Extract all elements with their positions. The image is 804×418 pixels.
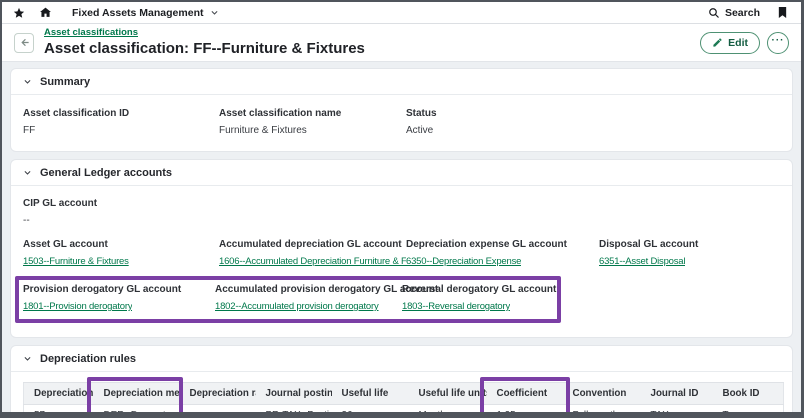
general-ledger-card: General Ledger accounts CIP GL account -… xyxy=(10,159,793,338)
top-bar: Fixed Assets Management Search xyxy=(2,2,801,24)
gl-account-link[interactable]: 6351--Asset Disposal xyxy=(599,256,685,267)
cell-book-id: T xyxy=(713,405,784,418)
gl-account-row: Asset GL account 1503--Furniture & Fixtu… xyxy=(23,239,780,267)
chevron-down-icon xyxy=(23,168,32,177)
field-label: Reversal derogatory GL account xyxy=(402,284,556,295)
app-name: Fixed Assets Management xyxy=(72,7,204,19)
back-button[interactable] xyxy=(14,33,34,53)
field-label: Disposal GL account xyxy=(599,239,780,250)
field-label: Provision derogatory GL account xyxy=(23,284,215,295)
field-label: Accumulated depreciation GL account xyxy=(219,239,406,250)
gl-derogatory-row: Provision derogatory GL account 1801--Pr… xyxy=(23,284,551,312)
depreciation-rules-card: Depreciation rules Depreciation ...↑ Dep… xyxy=(10,345,793,418)
col-depreciation[interactable]: Depreciation ...↑ xyxy=(24,383,94,405)
field-label: Asset GL account xyxy=(23,239,219,250)
rules-table-area: Depreciation ...↑ Depreciation method De… xyxy=(11,372,792,418)
page-title: Asset classification: FF--Furniture & Fi… xyxy=(44,40,365,57)
summary-section-header[interactable]: Summary xyxy=(11,69,792,95)
chevron-down-icon xyxy=(208,6,221,19)
edit-button-label: Edit xyxy=(728,37,748,49)
field-status: Status Active xyxy=(406,108,780,136)
search-label: Search xyxy=(725,7,760,19)
col-useful-life-units[interactable]: Useful life units xyxy=(409,383,487,405)
field-accumulated-depreciation-gl-account: Accumulated depreciation GL account 1606… xyxy=(219,239,406,267)
cell-depreciation: 57 xyxy=(24,405,94,418)
col-journal-posting-rule[interactable]: Journal posting rule xyxy=(256,383,332,405)
chevron-down-icon xyxy=(23,354,32,363)
topbar-actions: Search xyxy=(708,6,789,19)
gl-account-link[interactable]: 1803--Reversal derogatory xyxy=(402,301,510,312)
field-asset-classification-name: Asset classification name Furniture & Fi… xyxy=(219,108,406,136)
col-depreciation-method[interactable]: Depreciation method xyxy=(94,383,180,405)
cell-depreciation-rate xyxy=(180,405,256,418)
cell-coefficient: 1.25 xyxy=(487,405,563,418)
rules-section-title: Depreciation rules xyxy=(40,353,136,365)
gl-account-link[interactable]: 1503--Furniture & Fixtures xyxy=(23,256,129,267)
summary-section-title: Summary xyxy=(40,76,90,88)
gl-account-link[interactable]: 1802--Accumulated provision derogatory xyxy=(215,301,379,312)
gl-section-header[interactable]: General Ledger accounts xyxy=(11,160,792,186)
field-label: Depreciation expense GL account xyxy=(406,239,599,250)
summary-card: Summary Asset classification ID FF Asset… xyxy=(10,68,793,152)
cell-convention: Full month xyxy=(563,405,641,418)
gl-account-link[interactable]: 1801--Provision derogatory xyxy=(23,301,132,312)
col-book-id[interactable]: Book ID xyxy=(713,383,784,405)
field-label: Asset classification name xyxy=(219,108,406,119)
title-block: Asset classifications Asset classificati… xyxy=(44,28,365,57)
page-header: Asset classifications Asset classificati… xyxy=(2,24,801,62)
cell-journal-id: TAX xyxy=(641,405,713,418)
col-coefficient[interactable]: Coefficient xyxy=(487,383,563,405)
cell-depreciation-method: DER--Derogatory xyxy=(94,405,180,418)
table-row[interactable]: 57 DER--Derogatory PR-TAX--PostingR... 3… xyxy=(24,405,784,418)
edit-button[interactable]: Edit xyxy=(700,32,760,54)
cell-useful-life-units: Months xyxy=(409,405,487,418)
field-asset-gl-account: Asset GL account 1503--Furniture & Fixtu… xyxy=(23,239,219,267)
gl-account-link[interactable]: 6350--Depreciation Expense xyxy=(406,256,521,267)
field-label: Status xyxy=(406,108,780,119)
col-convention[interactable]: Convention xyxy=(563,383,641,405)
ellipsis-icon: ··· xyxy=(772,35,785,46)
field-cip-gl-account: CIP GL account -- xyxy=(23,198,780,226)
home-icon[interactable] xyxy=(39,6,52,19)
pencil-icon xyxy=(712,37,723,48)
table-header-row: Depreciation ...↑ Depreciation method De… xyxy=(24,383,784,405)
favorites-star-icon[interactable] xyxy=(12,6,25,19)
page-content: Summary Asset classification ID FF Asset… xyxy=(2,62,801,418)
cell-useful-life: 36 xyxy=(332,405,409,418)
field-depreciation-expense-gl-account: Depreciation expense GL account 6350--De… xyxy=(406,239,599,267)
field-disposal-gl-account: Disposal GL account 6351--Asset Disposal xyxy=(599,239,780,267)
search-icon xyxy=(708,6,721,19)
breadcrumb-asset-classifications[interactable]: Asset classifications xyxy=(44,28,138,39)
field-label: CIP GL account xyxy=(23,198,780,209)
field-asset-classification-id: Asset classification ID FF xyxy=(23,108,219,136)
field-value: Furniture & Fixtures xyxy=(219,125,406,136)
col-journal-id[interactable]: Journal ID xyxy=(641,383,713,405)
chevron-down-icon xyxy=(23,77,32,86)
field-accumulated-provision-derogatory-gl-account: Accumulated provision derogatory GL acco… xyxy=(215,284,402,312)
app-window: Fixed Assets Management Search Asset cla… xyxy=(0,0,804,418)
derogatory-highlight-box: Provision derogatory GL account 1801--Pr… xyxy=(15,276,561,323)
gl-section-title: General Ledger accounts xyxy=(40,167,172,179)
field-value: -- xyxy=(23,215,780,226)
depreciation-rules-table: Depreciation ...↑ Depreciation method De… xyxy=(23,382,784,418)
field-label: Accumulated provision derogatory GL acco… xyxy=(215,284,402,295)
gl-fields: CIP GL account -- Asset GL account 1503-… xyxy=(11,186,792,337)
header-actions: Edit ··· xyxy=(700,32,789,54)
field-reversal-derogatory-gl-account: Reversal derogatory GL account 1803--Rev… xyxy=(402,284,556,312)
cell-journal-posting-rule: PR-TAX--PostingR... xyxy=(256,405,332,418)
gl-account-link[interactable]: 1606--Accumulated Depreciation Furniture… xyxy=(219,256,406,267)
field-label: Asset classification ID xyxy=(23,108,219,119)
rules-section-header[interactable]: Depreciation rules xyxy=(11,346,792,372)
status-value: Active xyxy=(406,125,780,136)
global-search[interactable]: Search xyxy=(708,6,760,19)
field-provision-derogatory-gl-account: Provision derogatory GL account 1801--Pr… xyxy=(23,284,215,312)
summary-fields: Asset classification ID FF Asset classif… xyxy=(11,95,792,151)
col-useful-life[interactable]: Useful life xyxy=(332,383,409,405)
bookmark-icon[interactable] xyxy=(776,6,789,19)
col-depreciation-rate[interactable]: Depreciation rate ... xyxy=(180,383,256,405)
field-value: FF xyxy=(23,125,219,136)
app-switcher[interactable]: Fixed Assets Management xyxy=(66,6,221,19)
more-actions-button[interactable]: ··· xyxy=(767,32,789,54)
